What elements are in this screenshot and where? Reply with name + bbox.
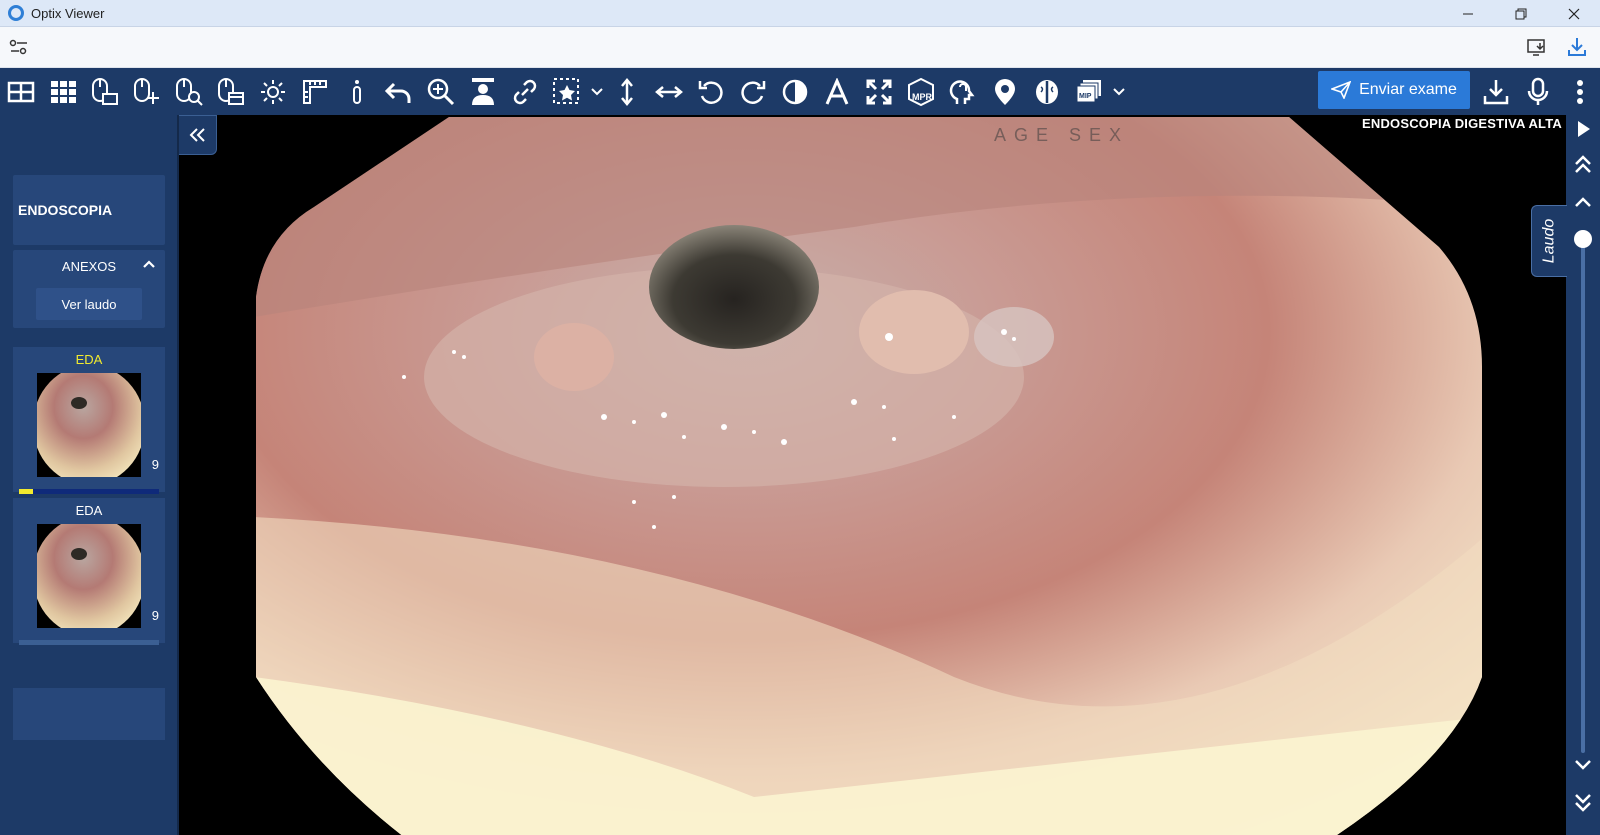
series-progress-bar [19, 640, 159, 645]
chevron-down-icon[interactable] [588, 68, 606, 115]
window-title: Optix Viewer [31, 5, 105, 21]
series-image-count: 9 [151, 608, 159, 623]
mouse-window-icon[interactable] [210, 68, 252, 115]
svg-text:MPR: MPR [912, 92, 933, 102]
previous-image-icon[interactable] [1573, 195, 1593, 209]
study-label: ENDOSCOPIA [18, 202, 113, 218]
study-title-overlay: ENDOSCOPIA DIGESTIVA ALTA [1359, 116, 1564, 131]
image-viewport[interactable]: AGE SEX ENDOSCOPIA DIGESTIVA ALTA [181, 115, 1566, 835]
image-scroll-track[interactable] [1581, 243, 1585, 753]
mip-icon[interactable]: MIP [1068, 68, 1110, 115]
series-thumbnail[interactable]: EDA 9 [13, 347, 165, 494]
send-exam-button[interactable]: Enviar exame [1318, 71, 1470, 109]
series-grid-icon[interactable] [42, 68, 84, 115]
text-annotation-icon[interactable] [816, 68, 858, 115]
series-sidebar: ENDOSCOPIA ANEXOS Ver laudo EDA 9 EDA 9 [0, 115, 179, 835]
app-logo-icon [8, 5, 24, 21]
annex-panel: ANEXOS Ver laudo [13, 250, 165, 328]
person-icon[interactable] [462, 68, 504, 115]
undo-icon[interactable] [378, 68, 420, 115]
series-thumbnail-image [37, 524, 141, 628]
empty-panel [13, 688, 165, 740]
flip-vertical-icon[interactable] [606, 68, 648, 115]
last-image-icon[interactable] [1573, 792, 1593, 814]
download-study-icon[interactable] [1476, 68, 1516, 115]
head-3d-icon[interactable] [942, 68, 984, 115]
invert-icon[interactable] [774, 68, 816, 115]
close-button[interactable] [1547, 0, 1600, 27]
annex-header[interactable]: ANEXOS [13, 250, 165, 282]
series-thumbnail-image [37, 373, 141, 477]
download-icon[interactable] [1566, 36, 1588, 63]
star-roi-icon[interactable] [546, 68, 588, 115]
next-image-icon[interactable] [1573, 758, 1593, 772]
double-chevron-left-icon [189, 128, 205, 142]
install-app-icon[interactable] [1526, 37, 1548, 62]
series-progress-bar [19, 489, 159, 494]
annex-label: ANEXOS [61, 258, 117, 274]
play-icon[interactable] [1573, 119, 1593, 139]
zoom-in-icon[interactable] [420, 68, 462, 115]
svg-text:MIP: MIP [1079, 93, 1092, 100]
report-tab-label: Laudo [1540, 218, 1558, 264]
more-options-icon[interactable] [1560, 68, 1600, 115]
link-icon[interactable] [504, 68, 546, 115]
mouse-zoom-icon[interactable] [168, 68, 210, 115]
flip-horizontal-icon[interactable] [648, 68, 690, 115]
report-tab[interactable]: Laudo [1531, 205, 1567, 277]
series-progress-fill [19, 489, 33, 494]
mouse-stack-icon[interactable] [84, 68, 126, 115]
paper-plane-icon [1331, 81, 1352, 99]
rotate-left-icon[interactable] [690, 68, 732, 115]
ruler-icon[interactable] [294, 68, 336, 115]
brightness-icon[interactable] [252, 68, 294, 115]
view-report-button[interactable]: Ver laudo [36, 288, 142, 320]
series-label: EDA [75, 352, 103, 367]
series-image-count: 9 [151, 457, 159, 472]
brain-icon[interactable] [1026, 68, 1068, 115]
probe-icon[interactable] [336, 68, 378, 115]
mpr-icon[interactable]: MPR [900, 68, 942, 115]
series-thumbnail[interactable]: EDA 9 [13, 498, 165, 645]
study-panel[interactable]: ENDOSCOPIA [13, 175, 165, 245]
chevron-down-icon[interactable] [1110, 68, 1128, 115]
chevron-up-icon[interactable] [143, 259, 155, 269]
settings-sliders-icon[interactable] [8, 37, 30, 62]
minimize-button[interactable] [1441, 0, 1494, 27]
secondary-bar [0, 27, 1600, 68]
mouse-pan-icon[interactable] [126, 68, 168, 115]
overlay-age-sex: AGE SEX [994, 125, 1130, 145]
location-icon[interactable] [984, 68, 1026, 115]
send-exam-label: Enviar exame [1359, 81, 1457, 98]
endoscopy-image [256, 117, 1482, 835]
right-rail [1566, 115, 1600, 835]
restore-button[interactable] [1494, 0, 1547, 27]
microphone-icon[interactable] [1518, 68, 1558, 115]
collapse-sidebar-button[interactable] [179, 115, 217, 155]
title-bar: Optix Viewer [0, 0, 1600, 27]
image-scroll-thumb[interactable] [1574, 230, 1592, 248]
optix-viewer-app: Optix Viewer MPR MIP Enviar exame ENDOSC… [0, 0, 1600, 835]
fit-screen-icon[interactable] [858, 68, 900, 115]
series-label: EDA [75, 503, 103, 518]
layout-grid-icon[interactable] [0, 68, 42, 115]
first-image-icon[interactable] [1573, 154, 1593, 176]
rotate-right-icon[interactable] [732, 68, 774, 115]
